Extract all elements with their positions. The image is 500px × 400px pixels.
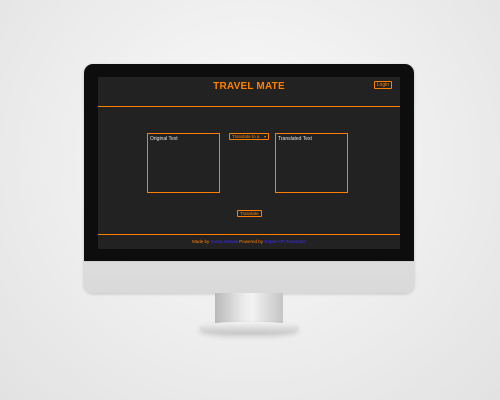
header-divider: [98, 106, 400, 107]
translated-text-placeholder: Translated Text: [278, 136, 312, 142]
original-text-placeholder: Original Text: [150, 136, 178, 142]
chevron-down-icon: ▾: [263, 134, 266, 139]
footer-divider: [98, 234, 400, 235]
monitor-chin-divider: [84, 261, 414, 262]
app-title: TRAVEL MATE: [213, 81, 285, 92]
author-link[interactable]: Kunal Jaiswal: [210, 239, 238, 244]
footer-powered-by: Powered by: [237, 239, 265, 244]
language-select-value: Translate to a: [232, 134, 260, 139]
api-link[interactable]: Rapid-API Translator: [264, 239, 306, 244]
login-button[interactable]: Login: [373, 81, 392, 89]
monitor-stand-base: [199, 322, 299, 333]
screen: TRAVEL MATE Login Original Text Translat…: [98, 77, 400, 249]
footer-made-by: Made by: [191, 239, 211, 244]
monitor-stand-neck: [215, 293, 283, 325]
language-select[interactable]: Translate to a ▾: [229, 133, 269, 140]
translate-button[interactable]: Translate: [237, 210, 262, 217]
original-text-input[interactable]: Original Text: [147, 133, 220, 193]
translated-text-output[interactable]: Translated Text: [275, 133, 348, 193]
footer: Made by Kunal Jaiswal Powered by Rapid-A…: [98, 239, 400, 244]
